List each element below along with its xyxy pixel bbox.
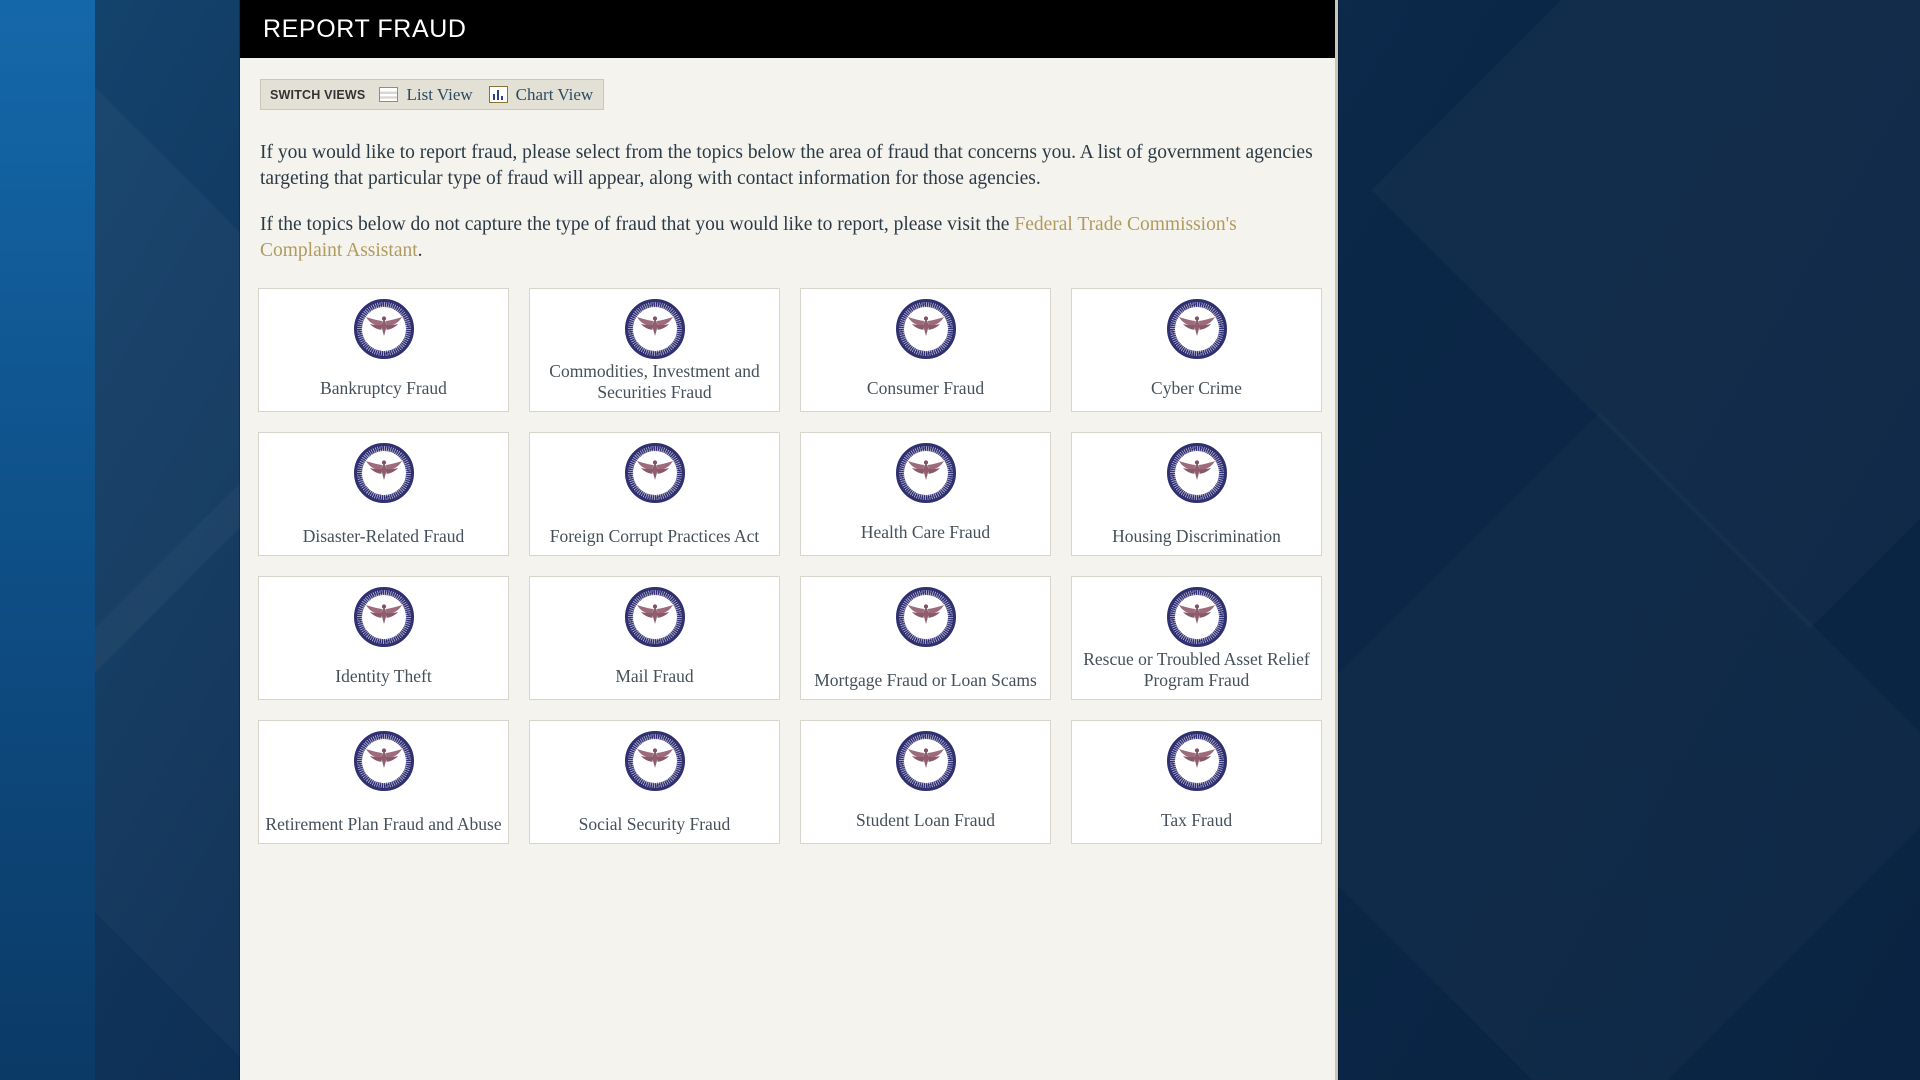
page-right-edge — [1335, 0, 1338, 1080]
chart-view-icon — [488, 86, 508, 103]
fraud-topic-tile[interactable]: Foreign Corrupt Practices Act — [529, 431, 780, 556]
fraud-topic-tile[interactable]: Social Security Fraud — [529, 719, 780, 844]
us-government-seal-icon — [353, 298, 414, 359]
fraud-topic-label: Health Care Fraud — [860, 522, 991, 543]
fraud-topic-tile[interactable]: Mortgage Fraud or Loan Scams — [800, 575, 1051, 700]
fraud-topic-label: Housing Discrimination — [1112, 526, 1281, 547]
fraud-topic-grid: Bankruptcy Fraud Commodities, Investment… — [258, 287, 1322, 844]
switch-views-toolbar: SWITCH VIEWS List View Chart View — [260, 79, 605, 110]
us-government-seal-icon — [1166, 298, 1227, 359]
chart-view-button[interactable]: Chart View — [488, 84, 594, 105]
page-body: SWITCH VIEWS List View Chart View If you… — [240, 58, 1338, 1080]
us-government-seal-icon — [353, 442, 414, 503]
page-title: REPORT FRAUD — [263, 14, 467, 43]
us-government-seal-icon — [624, 442, 685, 503]
fraud-topic-tile[interactable]: Identity Theft — [258, 575, 509, 700]
us-government-seal-icon — [1166, 730, 1227, 791]
page-header: REPORT FRAUD — [240, 0, 1338, 58]
us-government-seal-icon — [624, 298, 685, 359]
fraud-topic-label: Foreign Corrupt Practices Act — [549, 526, 760, 547]
us-government-seal-icon — [353, 586, 414, 647]
fraud-topic-label: Cyber Crime — [1151, 378, 1242, 399]
us-government-seal-icon — [895, 442, 956, 503]
fraud-topic-label: Tax Fraud — [1160, 810, 1233, 831]
fraud-topic-tile[interactable]: Housing Discrimination — [1071, 431, 1322, 556]
us-government-seal-icon — [895, 586, 956, 647]
fraud-topic-tile[interactable]: Student Loan Fraud — [800, 719, 1051, 844]
us-government-seal-icon — [624, 586, 685, 647]
fraud-topic-label: Consumer Fraud — [866, 378, 985, 399]
fraud-topic-label: Mail Fraud — [615, 666, 694, 687]
list-view-button[interactable]: List View — [379, 84, 473, 105]
list-view-icon — [379, 87, 399, 102]
fraud-topic-tile[interactable]: Health Care Fraud — [800, 431, 1051, 556]
fraud-topic-label: Commodities, Investment and Securities F… — [549, 361, 760, 403]
fraud-topic-tile[interactable]: Commodities, Investment and Securities F… — [529, 287, 780, 412]
fallback-paragraph-text-before: If the topics below do not capture the t… — [260, 213, 1015, 235]
fraud-topic-label: Mortgage Fraud or Loan Scams — [814, 670, 1037, 691]
fraud-topic-tile[interactable]: Cyber Crime — [1071, 287, 1322, 412]
fraud-topic-label: Retirement Plan Fraud and Abuse — [265, 814, 502, 835]
fraud-topic-tile[interactable]: Consumer Fraud — [800, 287, 1051, 412]
fraud-topic-tile[interactable]: Disaster-Related Fraud — [258, 431, 509, 556]
fallback-paragraph-text-after: . — [417, 239, 423, 261]
us-government-seal-icon — [895, 298, 956, 359]
fraud-topic-tile[interactable]: Tax Fraud — [1071, 719, 1322, 844]
fraud-topic-tile[interactable]: Bankruptcy Fraud — [258, 287, 509, 412]
intro-paragraph: If you would like to report fraud, pleas… — [260, 142, 1313, 189]
fallback-paragraph: If the topics below do not capture the t… — [260, 212, 1318, 264]
slide-accent-band — [0, 0, 95, 1080]
fraud-topic-label: Disaster-Related Fraud — [302, 526, 465, 547]
fraud-topic-tile[interactable]: Mail Fraud — [529, 575, 780, 700]
us-government-seal-icon — [895, 730, 956, 791]
us-government-seal-icon — [1166, 586, 1227, 647]
fraud-topic-label: Student Loan Fraud — [855, 810, 995, 831]
list-view-label: List View — [406, 84, 473, 104]
switch-views-label: SWITCH VIEWS — [270, 87, 366, 102]
chart-view-label: Chart View — [515, 84, 594, 104]
fraud-topic-label: Identity Theft — [335, 666, 432, 687]
us-government-seal-icon — [353, 730, 414, 791]
fraud-topic-label: Social Security Fraud — [578, 814, 731, 835]
fraud-topic-tile[interactable]: Rescue or Troubled Asset Relief Program … — [1071, 575, 1322, 700]
fraud-topic-label: Bankruptcy Fraud — [320, 378, 447, 399]
us-government-seal-icon — [1166, 442, 1227, 503]
us-government-seal-icon — [624, 730, 685, 791]
fraud-topic-tile[interactable]: Retirement Plan Fraud and Abuse — [258, 719, 509, 844]
report-fraud-page: REPORT FRAUD SWITCH VIEWS List View Char… — [240, 0, 1338, 1080]
fraud-topic-label: Rescue or Troubled Asset Relief Program … — [1083, 649, 1310, 691]
